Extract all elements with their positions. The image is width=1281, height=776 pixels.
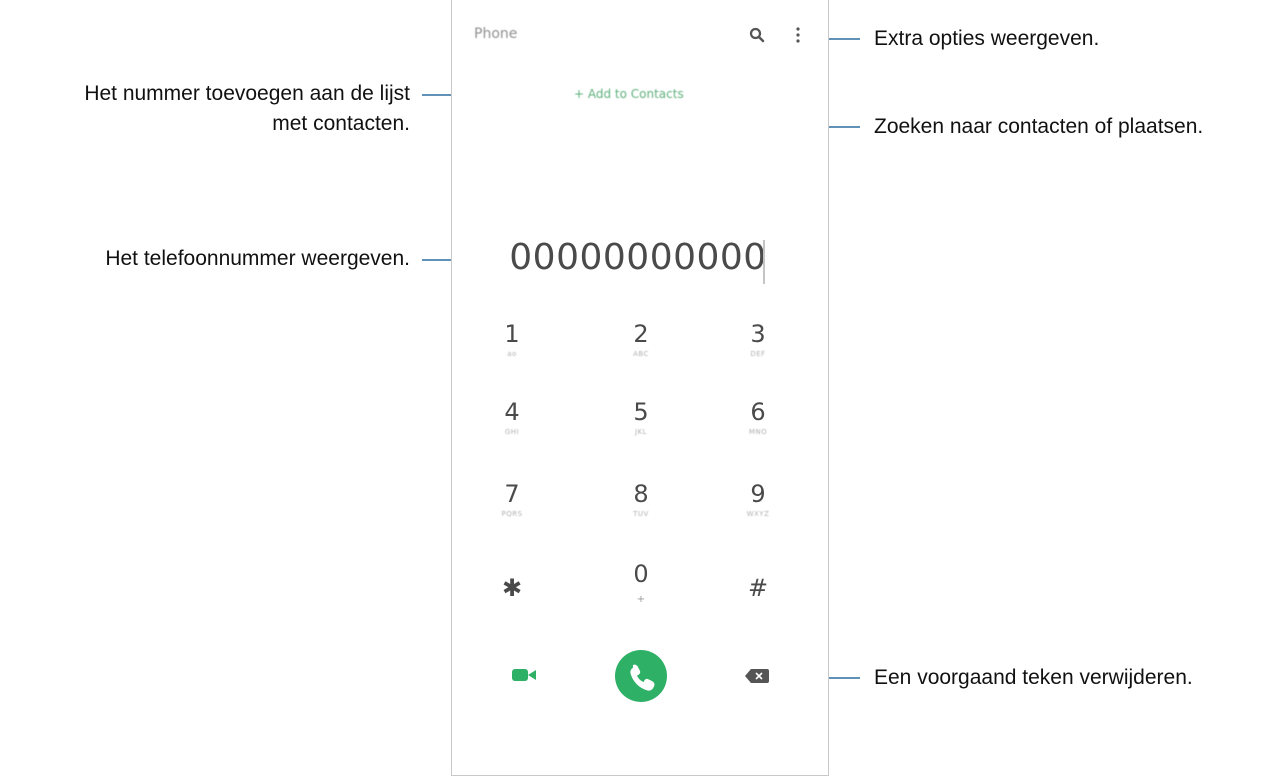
search-icon[interactable] (748, 26, 766, 44)
key-8[interactable]: 8 TUV (611, 480, 671, 518)
key-digit: 7 (504, 480, 520, 508)
callout-search: Zoeken naar contacten of plaatsen. (874, 115, 1204, 138)
key-4[interactable]: 4 GHI (482, 398, 542, 436)
key-6[interactable]: 6 MNO (728, 398, 788, 436)
key-1[interactable]: 1 ao (482, 320, 542, 358)
key-letters: ABC (633, 350, 649, 358)
key-9[interactable]: 9 WXYZ (728, 480, 788, 518)
key-digit: # (747, 574, 769, 602)
callout-show-number: Het telefoonnummer weergeven. (105, 247, 410, 270)
phone-screen: Phone + Add to Contacts 00000000000 1 ao… (451, 0, 829, 776)
key-digit: 3 (750, 320, 766, 348)
key-digit: 8 (633, 480, 649, 508)
more-options-icon[interactable] (794, 26, 802, 44)
callout-extra-options: Extra opties weergeven. (874, 27, 1100, 50)
key-digit: 5 (633, 398, 649, 426)
text-cursor (763, 240, 765, 284)
key-2[interactable]: 2 ABC (611, 320, 671, 358)
callout-add-number-line1: Het nummer toevoegen aan de lijst (84, 82, 410, 105)
key-letters: DEF (750, 350, 766, 358)
key-letters: MNO (748, 428, 768, 436)
app-title: Phone (474, 26, 518, 42)
key-hash[interactable]: # (728, 574, 788, 602)
key-3[interactable]: 3 DEF (728, 320, 788, 358)
phone-number-display: 00000000000 (509, 237, 767, 278)
callout-add-number-line2: met contacten. (272, 112, 410, 135)
key-digit: ✱ (501, 574, 523, 602)
key-star[interactable]: ✱ (482, 574, 542, 602)
key-digit: 1 (504, 320, 520, 348)
key-letters: ao (507, 350, 517, 358)
key-digit: 9 (750, 480, 766, 508)
backspace-icon[interactable] (745, 669, 769, 683)
key-digit: 6 (750, 398, 766, 426)
key-letters: TUV (633, 510, 649, 518)
callout-delete-char: Een voorgaand teken verwijderen. (874, 666, 1193, 689)
video-call-icon[interactable] (512, 667, 536, 683)
key-letters: + (636, 594, 646, 605)
key-digit: 2 (633, 320, 649, 348)
phone-call-icon[interactable] (615, 650, 667, 702)
add-to-contacts-button[interactable]: + Add to Contacts (574, 87, 684, 101)
key-digit: 4 (504, 398, 520, 426)
page: Extra opties weergeven. Het nummer toevo… (0, 0, 1281, 776)
key-digit: 0 (633, 560, 649, 588)
key-letters: WXYZ (746, 510, 770, 518)
key-5[interactable]: 5 JKL (611, 398, 671, 436)
key-letters: GHI (504, 428, 520, 436)
key-7[interactable]: 7 PQRS (482, 480, 542, 518)
key-letters: PQRS (501, 510, 523, 518)
key-letters: JKL (634, 428, 648, 436)
key-0[interactable]: 0 + (611, 560, 671, 605)
